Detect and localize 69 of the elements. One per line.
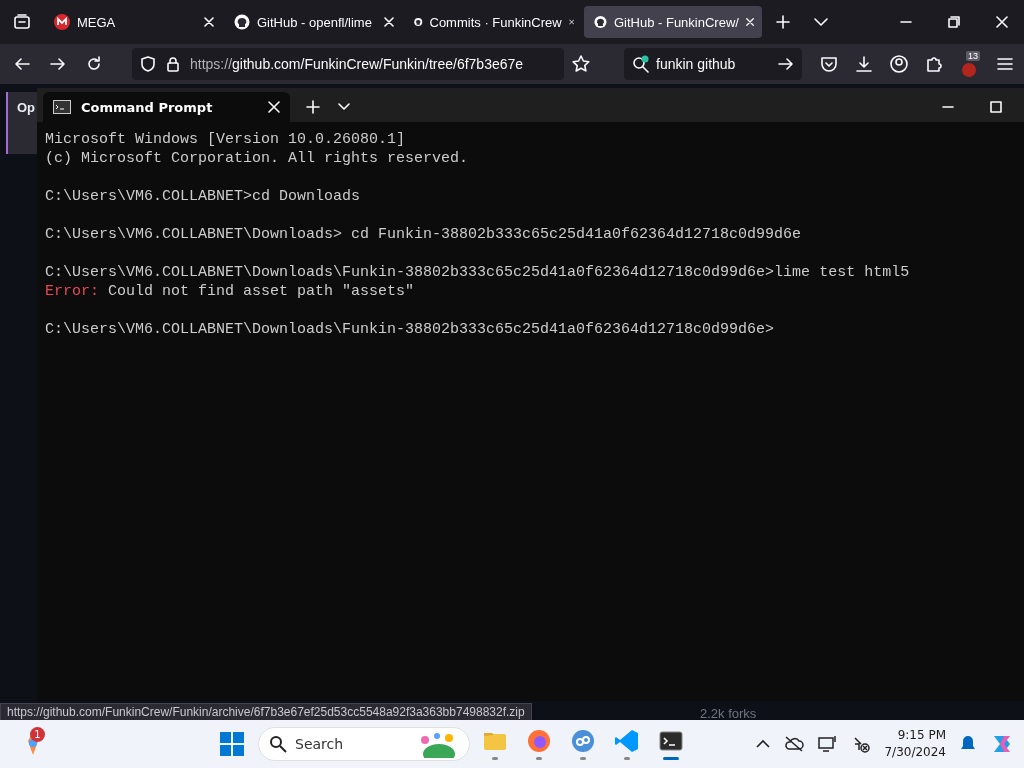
widgets-button[interactable]: 1 (22, 729, 46, 759)
close-icon[interactable] (384, 17, 394, 27)
reload-icon[interactable] (86, 56, 102, 72)
windows-logo-icon[interactable] (220, 732, 244, 756)
shield-icon (140, 56, 156, 72)
chevron-up-icon[interactable] (756, 739, 771, 749)
puzzle-icon[interactable] (925, 55, 943, 73)
close-icon[interactable] (745, 17, 754, 27)
arrow-right-icon[interactable] (778, 56, 794, 72)
back-icon[interactable] (14, 56, 30, 72)
terminal-line: C:\Users\VM6.COLLABNET\Downloads> cd Funkin-38802b333c65c25d41a0f62364d12718c0d99d6e (45, 226, 802, 243)
browser-tab[interactable]: GitHub - openfl/lime (224, 6, 402, 38)
code-editor-icon (614, 728, 640, 754)
monitor-icon[interactable] (818, 735, 839, 753)
search-icon (632, 55, 650, 73)
github-icon (594, 14, 607, 30)
download-icon[interactable] (855, 55, 873, 73)
error-line: Error: Could not find asset path "assets" (45, 283, 415, 300)
browser-tab[interactable]: GitHub - FunkinCrew/ (584, 6, 762, 38)
search-icon (269, 735, 287, 753)
plus-icon[interactable] (776, 15, 790, 29)
restore-icon[interactable] (948, 16, 960, 28)
terminal-line: (c) Microsoft Corporation. All rights reserved. (45, 150, 469, 167)
terminal-icon (53, 100, 71, 114)
extension-button[interactable]: 13 (960, 50, 980, 78)
browser-tab[interactable]: MEGA (44, 6, 222, 38)
browser-tab[interactable]: Commits · FunkinCrew (404, 6, 582, 38)
taskbar-clock[interactable]: 9:15 PM 7/30/2024 (884, 727, 946, 761)
notification-badge: 1 (30, 727, 45, 742)
close-icon[interactable] (996, 16, 1008, 28)
maximize-icon[interactable] (990, 101, 1002, 113)
cloud-off-icon[interactable] (784, 736, 805, 752)
firefox-icon (526, 728, 552, 754)
window-title: Command Prompt (81, 99, 214, 115)
forks-count: 2.2k forks (700, 706, 757, 721)
terminal-line: C:\Users\VM6.COLLABNET>cd Downloads (45, 188, 361, 205)
clock-time: 9:15 PM (896, 727, 946, 744)
star-icon[interactable] (572, 55, 590, 73)
account-icon[interactable] (890, 55, 908, 73)
terminal-icon (658, 728, 684, 754)
chevron-down-icon[interactable] (338, 103, 350, 111)
github-icon (234, 14, 250, 30)
search-field[interactable]: Search (258, 727, 470, 761)
close-icon[interactable] (204, 17, 214, 27)
close-icon[interactable] (268, 101, 280, 113)
plus-icon[interactable] (306, 100, 320, 114)
lock-icon (166, 56, 180, 72)
chevron-down-icon[interactable] (814, 17, 828, 27)
qb-icon (570, 728, 596, 754)
search-field[interactable]: funkin github (624, 48, 802, 80)
terminal-line: C:\Users\VM6.COLLABNET\Downloads\Funkin-38802b333c65c25d41a0f62364d12718c0d99d6e> (45, 321, 775, 338)
network-off-icon[interactable] (852, 735, 871, 753)
logo-icon (54, 14, 70, 30)
clock-date: 7/30/2024 (884, 744, 946, 761)
search-text: funkin github (656, 56, 737, 72)
status-url: https://github.com/FunkinCrew/Funkin/archive/6f7b3e67ef25d53cc5548a92f3a363bb7498832f.zip (0, 703, 532, 721)
search-placeholder: Search (295, 736, 345, 752)
close-icon[interactable] (568, 17, 574, 27)
tab-list-icon[interactable] (13, 13, 31, 31)
extension-badge: 13 (966, 50, 980, 61)
terminal-line: Microsoft Windows [Version 10.0.26080.1] (45, 131, 406, 148)
address-field[interactable]: https://github.com/FunkinCrew/Funkin/tree/6f7b3e67e (132, 48, 564, 80)
page-text: Op (17, 100, 36, 115)
terminal-tab[interactable]: Command Prompt (43, 92, 290, 122)
terminal-line: C:\Users\VM6.COLLABNET\Downloads\Funkin-38802b333c65c25d41a0f62364d12718c0d99d6e>lime test html5 (45, 264, 910, 281)
forward-icon[interactable] (50, 56, 66, 72)
pocket-icon[interactable] (820, 55, 838, 73)
url-text: https://github.com/FunkinCrew/Funkin/tree/6f7b3e67e (190, 56, 524, 72)
menu-icon[interactable] (997, 57, 1013, 71)
